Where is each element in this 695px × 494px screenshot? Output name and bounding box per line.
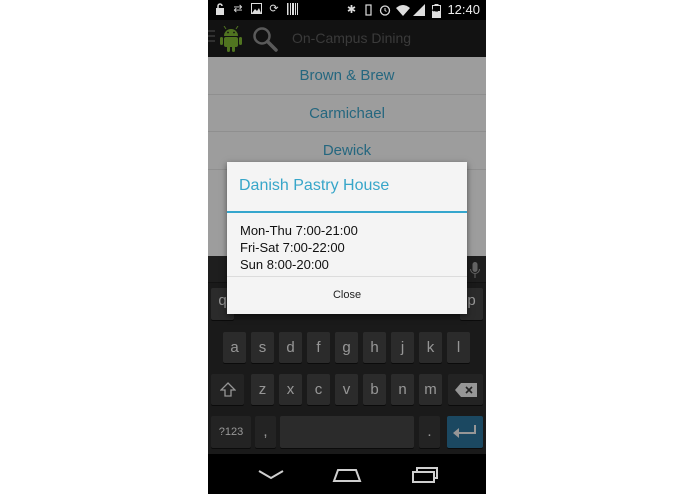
sync-icon: ⇄	[233, 3, 243, 15]
hours-dialog: Danish Pastry House Mon-Thu 7:00-21:00 F…	[227, 162, 467, 314]
bluetooth-icon: ✱	[346, 3, 357, 16]
dialog-title-divider	[227, 211, 467, 213]
dialog-hours: Mon-Thu 7:00-21:00 Fri-Sat 7:00-22:00 Su…	[240, 222, 358, 273]
barcode-icon	[286, 3, 298, 16]
back-button[interactable]	[256, 464, 286, 484]
alarm-icon	[379, 4, 391, 17]
image-icon	[250, 3, 262, 16]
recents-icon	[412, 467, 438, 483]
refresh-icon: ⟳	[269, 3, 279, 15]
lock-icon	[214, 3, 226, 16]
hours-line: Sun 8:00-20:00	[240, 257, 329, 272]
dialog-title: Danish Pastry House	[239, 177, 390, 194]
home-icon	[332, 469, 362, 482]
wifi-icon	[396, 4, 411, 17]
close-button[interactable]: Close	[227, 277, 467, 314]
battery-icon: 43	[430, 3, 442, 18]
hours-line: Mon-Thu 7:00-21:00	[240, 223, 358, 238]
status-time: 12:40	[447, 2, 480, 17]
recents-button[interactable]	[410, 464, 440, 484]
hours-line: Fri-Sat 7:00-22:00	[240, 240, 345, 255]
chevron-down-icon	[258, 470, 284, 480]
navigation-bar	[208, 454, 486, 494]
home-button[interactable]	[332, 464, 362, 484]
battery-level: 43	[431, 7, 439, 14]
signal-icon	[413, 3, 426, 17]
status-bar: ⇄ ⟳ ✱ 43 12:40	[208, 0, 486, 20]
vibrate-icon	[362, 3, 374, 17]
